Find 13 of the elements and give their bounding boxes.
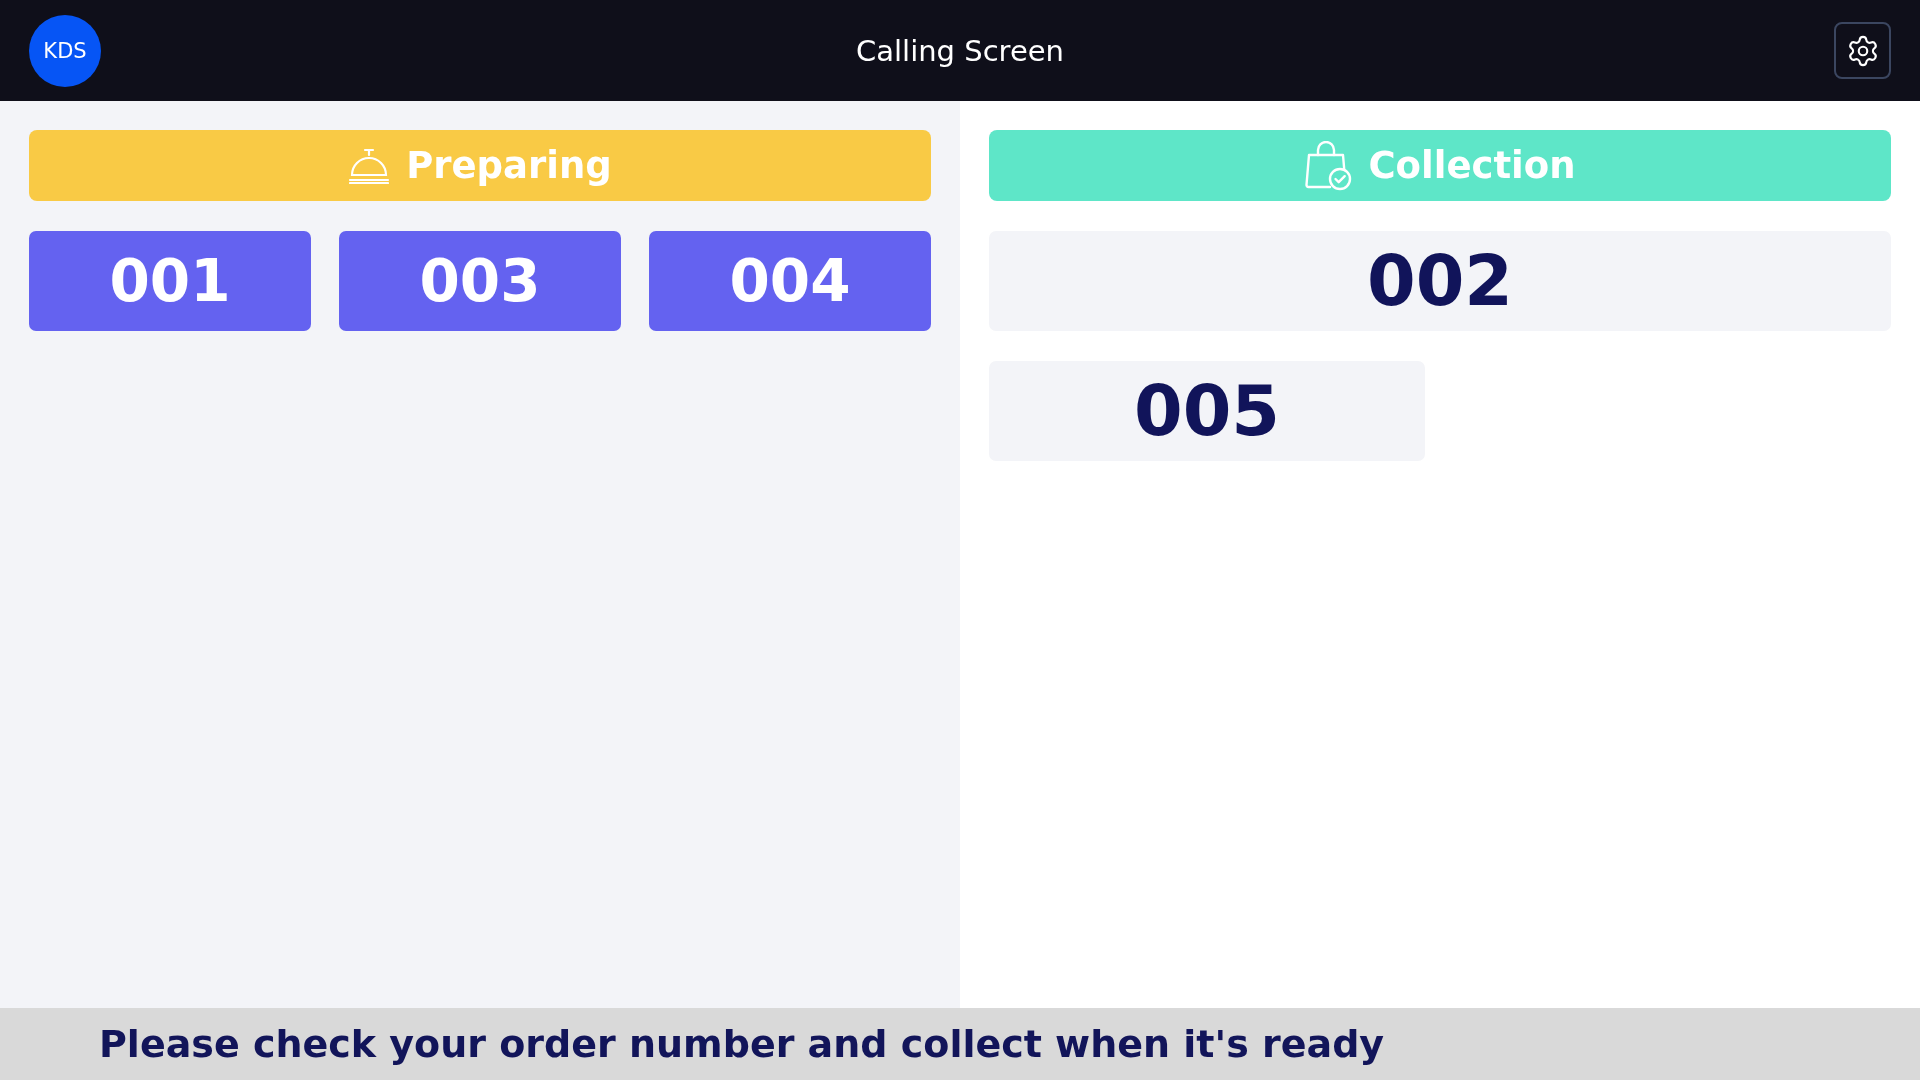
shopping-bag-check-icon [1304, 140, 1353, 191]
order-number-card: 001 [29, 231, 311, 331]
order-number-card: 003 [339, 231, 621, 331]
order-number-card: 002 [989, 231, 1891, 331]
order-number-card: 005 [989, 361, 1425, 461]
collection-message: Please check your order number and collect when it's ready [99, 1022, 1385, 1066]
service-bell-icon [348, 147, 391, 184]
settings-button[interactable] [1834, 22, 1891, 79]
status-title: Collection [1368, 144, 1576, 187]
screen-title: Calling Screen [856, 33, 1064, 68]
status-title: Preparing [406, 144, 612, 187]
app-logo: KDS [29, 14, 101, 87]
order-number-card: 004 [649, 231, 931, 331]
